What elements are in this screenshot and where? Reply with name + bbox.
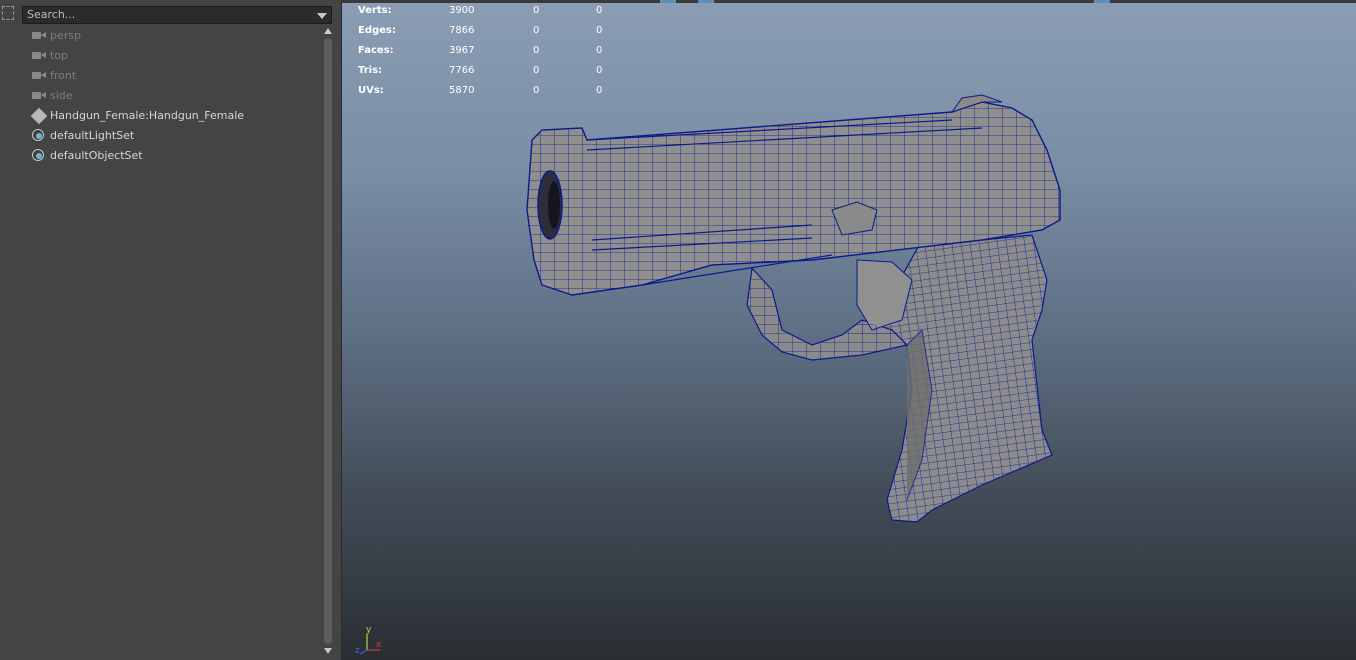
hud-value: 5870 [449, 85, 475, 96]
object-set-icon [30, 149, 48, 163]
outliner-panel: Search... persp top front side Handgun_F… [0, 0, 342, 660]
axis-label-y: y [366, 625, 372, 635]
outliner-item-top[interactable]: top [0, 46, 320, 66]
viewport-toolbar-strip [342, 0, 1356, 3]
outliner-item-defaultlightset[interactable]: defaultLightSet [0, 126, 320, 146]
scroll-down-arrow-icon[interactable] [324, 648, 332, 654]
outliner-item-side[interactable]: side [0, 86, 320, 106]
camera-icon [30, 29, 48, 43]
3d-viewport[interactable]: Verts: 3900 0 0 Edges: 7866 0 0 Faces: 3… [342, 0, 1356, 660]
hud-value: 3967 [449, 45, 475, 56]
handgun-mesh[interactable] [512, 90, 1112, 540]
outliner-item-label: front [50, 69, 77, 82]
hud-value: 7866 [449, 25, 475, 36]
camera-icon [30, 49, 48, 63]
hud-value: 0 [533, 25, 540, 36]
hud-label: Faces: [358, 45, 394, 56]
hud-value: 0 [596, 65, 603, 76]
outliner-item-handgun[interactable]: Handgun_Female:Handgun_Female [0, 106, 320, 126]
scrollbar-thumb[interactable] [324, 38, 332, 644]
outliner-tree: persp top front side Handgun_Female:Hand… [0, 26, 320, 166]
scroll-up-arrow-icon[interactable] [324, 28, 332, 34]
hud-value: 7766 [449, 65, 475, 76]
hud-value: 3900 [449, 5, 475, 16]
search-placeholder: Search... [27, 8, 76, 21]
hud-value: 0 [596, 45, 603, 56]
trigger-guard-mesh [746, 259, 913, 361]
outliner-item-label: side [50, 89, 73, 102]
hud-label: Edges: [358, 25, 396, 36]
hud-value: 0 [596, 5, 603, 16]
outliner-item-label: defaultObjectSet [50, 149, 143, 162]
hud-value: 0 [596, 25, 603, 36]
hud-label: UVs: [358, 85, 384, 96]
outliner-item-label: Handgun_Female:Handgun_Female [50, 109, 245, 122]
camera-icon [30, 89, 48, 103]
outliner-item-label: persp [50, 29, 81, 42]
outliner-item-persp[interactable]: persp [0, 26, 320, 46]
filter-icon[interactable] [2, 6, 14, 20]
outliner-item-front[interactable]: front [0, 66, 320, 86]
outliner-item-label: defaultLightSet [50, 129, 135, 142]
object-set-icon [30, 129, 48, 143]
hud-label: Tris: [358, 65, 383, 76]
hud-label: Verts: [358, 5, 392, 16]
transform-node-icon [30, 107, 48, 125]
outliner-item-defaultobjectset[interactable]: defaultObjectSet [0, 146, 320, 166]
hud-value: 0 [533, 45, 540, 56]
hud-value: 0 [533, 65, 540, 76]
chevron-down-icon[interactable] [317, 13, 327, 19]
camera-icon [30, 69, 48, 83]
axis-label-x: x [376, 640, 382, 650]
axis-label-z: z [355, 646, 360, 656]
outliner-item-label: top [50, 49, 69, 62]
outliner-toolbar: Search... [0, 0, 341, 26]
outliner-scrollbar[interactable] [322, 26, 334, 660]
hud-value: 0 [533, 5, 540, 16]
search-input[interactable]: Search... [22, 6, 332, 24]
